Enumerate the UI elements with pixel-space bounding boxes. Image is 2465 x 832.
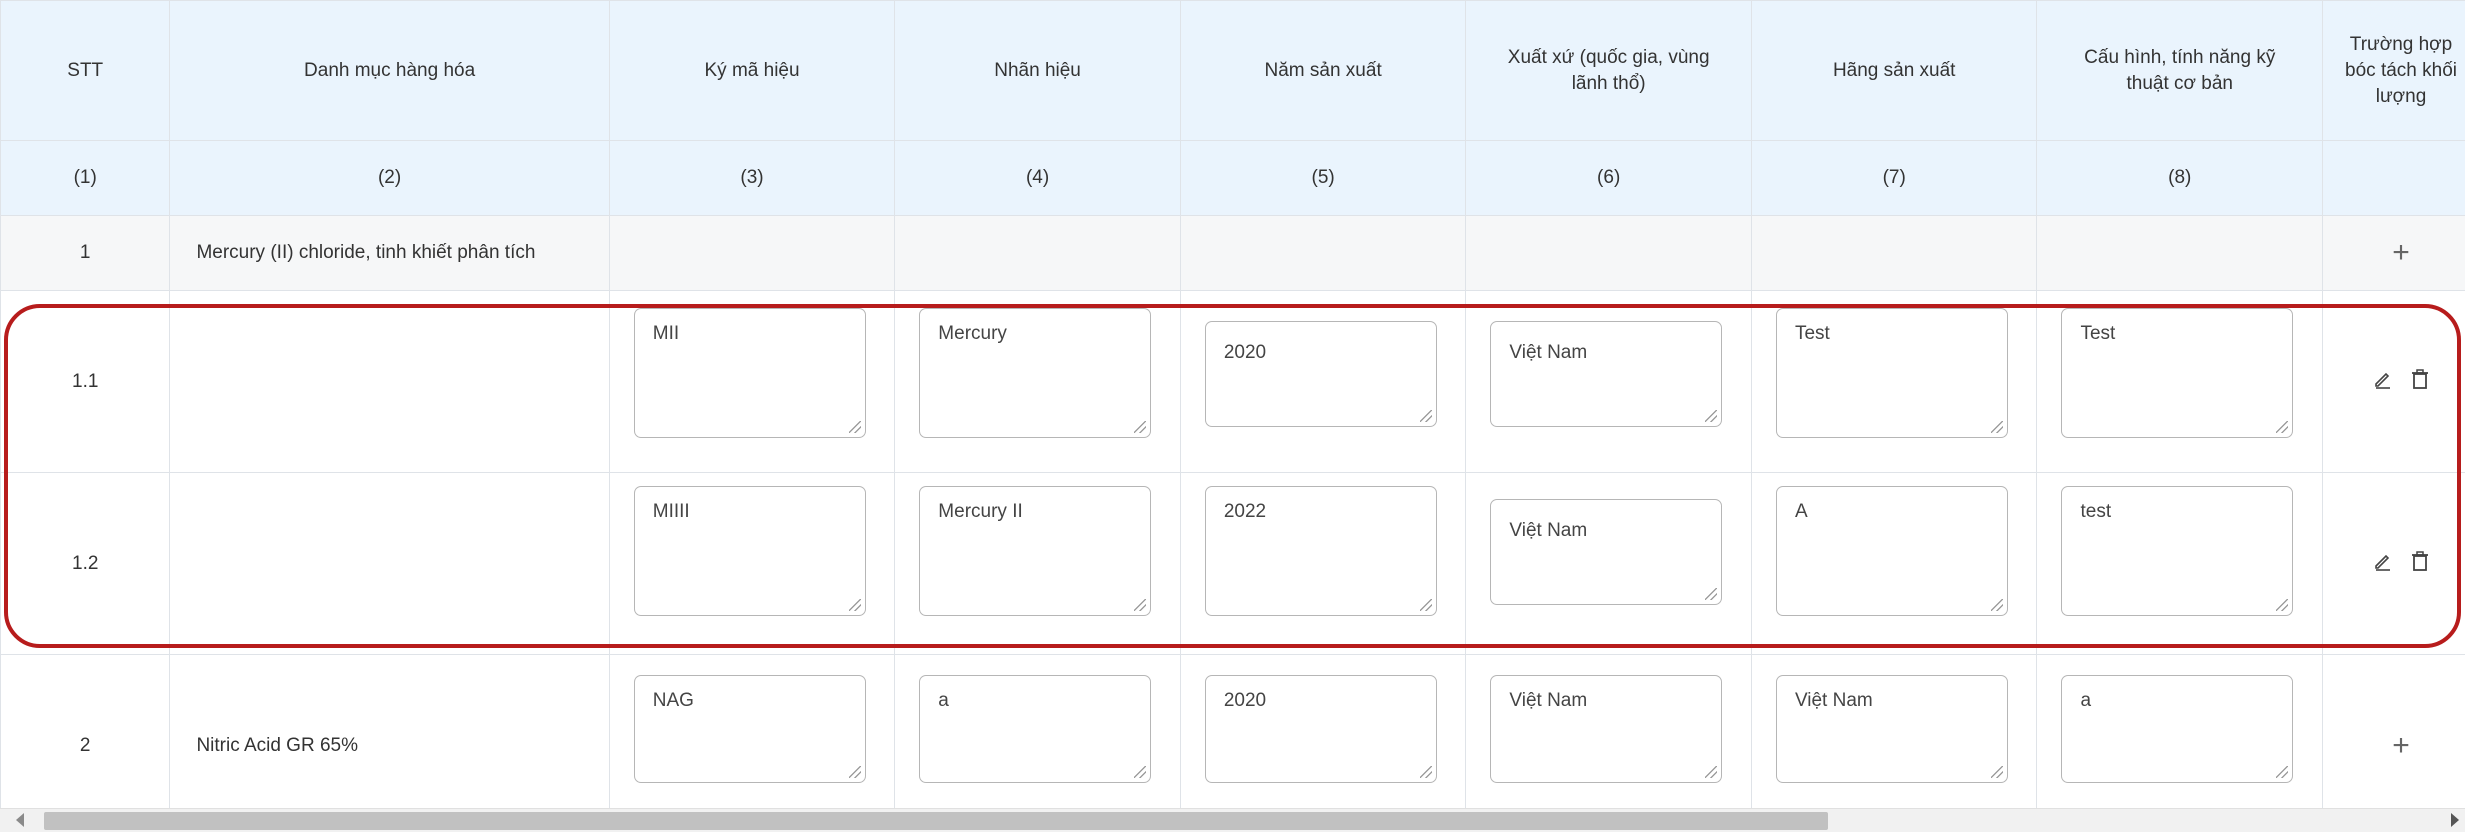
header-brand: Nhãn hiệu <box>894 0 1181 141</box>
colnum-3: (3) <box>608 140 896 216</box>
code-textarea[interactable]: MIIII <box>633 486 866 616</box>
origin-textarea[interactable]: Việt Nam <box>1490 499 1723 605</box>
table-row-2: 2 Nitric Acid GR 65% NAG a 2020 Việt Nam… <box>0 654 2465 832</box>
brand-textarea[interactable]: Mercury II <box>919 486 1152 616</box>
colnum-1: (1) <box>0 140 171 216</box>
origin-textarea[interactable]: Việt Nam <box>1490 321 1723 427</box>
goods-table: STT Danh mục hàng hóa Ký mã hiệu Nhãn hi… <box>0 0 2465 832</box>
brand-textarea[interactable]: a <box>919 675 1152 783</box>
config-textarea[interactable]: Test <box>2061 308 2294 438</box>
year-textarea[interactable]: 2022 <box>1204 486 1437 616</box>
trash-icon[interactable] <box>2411 550 2429 577</box>
code-textarea[interactable]: MII <box>633 308 866 438</box>
scroll-right-icon[interactable] <box>2451 813 2459 827</box>
table-row-group-1: 1 Mercury (II) chloride, tinh khiết phân… <box>0 215 2465 291</box>
row-goods-name: Nitric Acid GR 65% <box>169 654 610 832</box>
year-textarea[interactable]: 2020 <box>1204 675 1437 783</box>
edit-icon[interactable] <box>2373 551 2393 577</box>
colnum-7: (7) <box>1750 140 2038 216</box>
brand-textarea[interactable]: Mercury <box>919 308 1152 438</box>
row-stt: 2 <box>0 654 171 832</box>
row-stt: 1.2 <box>0 472 171 655</box>
scroll-left-icon[interactable] <box>16 813 24 827</box>
config-textarea[interactable]: test <box>2061 486 2294 616</box>
row-stt: 1 <box>0 215 171 291</box>
trash-icon[interactable] <box>2411 368 2429 395</box>
edit-icon[interactable] <box>2373 369 2393 395</box>
manufacturer-textarea[interactable]: Việt Nam <box>1775 675 2008 783</box>
header-manufacturer: Hãng sản xuất <box>1750 0 2038 141</box>
add-row-button[interactable]: + <box>2392 236 2410 269</box>
colnum-8: (8) <box>2036 140 2324 216</box>
header-goods: Danh mục hàng hóa <box>169 0 610 141</box>
row-stt: 1.1 <box>0 290 171 473</box>
header-year: Năm sản xuất <box>1179 0 1467 141</box>
colnum-6: (6) <box>1465 140 1752 216</box>
table-row-1-1: 1.1 MII Mercury 2020 Việt Nam Test Test <box>0 290 2465 473</box>
data-table-viewport: STT Danh mục hàng hóa Ký mã hiệu Nhãn hi… <box>0 0 2465 832</box>
year-textarea[interactable]: 2020 <box>1204 321 1437 427</box>
colnum-9 <box>2322 140 2465 216</box>
horizontal-scrollbar[interactable] <box>0 808 2465 832</box>
origin-textarea[interactable]: Việt Nam <box>1490 675 1723 783</box>
column-number-row: (1) (2) (3) (4) (5) (6) (7) (8) <box>0 140 2465 216</box>
code-textarea[interactable]: NAG <box>633 675 866 783</box>
config-textarea[interactable]: a <box>2061 675 2294 783</box>
colnum-5: (5) <box>1179 140 1467 216</box>
row-goods-name: Mercury (II) chloride, tinh khiết phân t… <box>169 215 610 291</box>
scrollbar-thumb[interactable] <box>44 812 1828 830</box>
header-origin: Xuất xứ (quốc gia, vùng lãnh thổ) <box>1465 0 1752 141</box>
manufacturer-textarea[interactable]: Test <box>1775 308 2008 438</box>
colnum-2: (2) <box>169 140 610 216</box>
table-row-1-2: 1.2 MIIII Mercury II 2022 Việt Nam A tes… <box>0 472 2465 655</box>
add-row-button[interactable]: + <box>2392 729 2410 762</box>
header-row: STT Danh mục hàng hóa Ký mã hiệu Nhãn hi… <box>0 0 2465 141</box>
colnum-4: (4) <box>894 140 1181 216</box>
manufacturer-textarea[interactable]: A <box>1775 486 2008 616</box>
header-case: Trường hợp bóc tách khối lượng <box>2322 0 2465 141</box>
header-code: Ký mã hiệu <box>608 0 896 141</box>
header-stt: STT <box>0 0 171 141</box>
header-config: Cấu hình, tính năng kỹ thuật cơ bản <box>2036 0 2324 141</box>
